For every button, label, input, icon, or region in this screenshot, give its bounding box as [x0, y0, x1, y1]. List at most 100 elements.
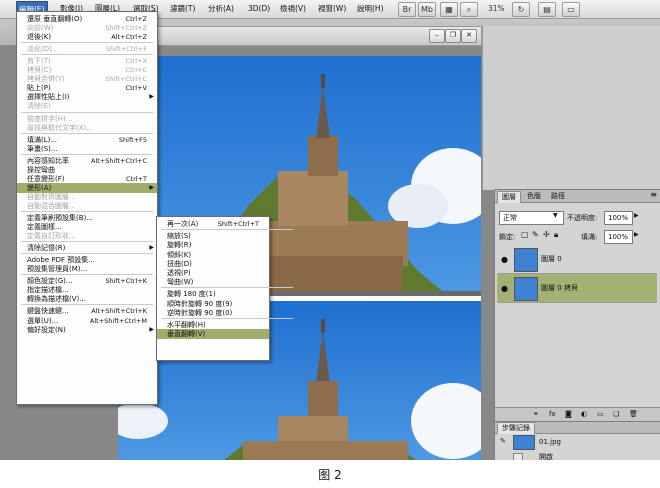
- new-group-icon[interactable]: ▭: [597, 410, 604, 418]
- minimize-icon[interactable]: –: [429, 29, 445, 43]
- layer-row-selected[interactable]: ● 圖層 0 拷貝: [497, 274, 657, 303]
- tab-channels[interactable]: 色版: [523, 191, 545, 202]
- menu-separator: [161, 287, 293, 289]
- menu-separator: [21, 304, 153, 306]
- photoshop-window: 編輯(E) 影像(I) 圖層(L) 選取(S) 濾鏡(T) 分析(A) 3D(D…: [0, 0, 660, 460]
- opacity-input[interactable]: 100%: [604, 211, 633, 225]
- menu-separator: [21, 253, 153, 255]
- fill-input[interactable]: 100%: [604, 230, 633, 244]
- fill-slider-icon[interactable]: ▶: [634, 231, 639, 238]
- grid-icon[interactable]: ▦: [440, 2, 458, 17]
- lock-paint-icon[interactable]: ✎: [532, 230, 539, 239]
- menu-item[interactable]: 退後(K) Alt+Ctrl+Z: [17, 32, 157, 42]
- layer-thumbnail: [514, 248, 538, 272]
- layer-thumbnail: [514, 277, 538, 301]
- lock-label: 鎖定:: [499, 233, 516, 241]
- history-panel: 步驟記錄 ✎ 01.jpg 開啟: [494, 421, 660, 460]
- lock-position-icon[interactable]: ✢: [543, 230, 550, 239]
- layer-name[interactable]: 圖層 0 拷貝: [541, 283, 578, 293]
- menu-item: 淡化(D)... Shift+Ctrl+F: [17, 44, 157, 54]
- menu-separator: [161, 229, 293, 231]
- menu-item[interactable]: 垂直翻轉(V): [157, 329, 269, 340]
- layer-row[interactable]: ● 圖層 0: [497, 245, 657, 274]
- menu-filter[interactable]: 濾鏡(T): [168, 3, 197, 15]
- trash-icon[interactable]: 🗑︎: [629, 410, 638, 418]
- menu-item: 尋找與取代文字(X)...: [17, 123, 157, 133]
- fill-label: 填滿:: [581, 233, 598, 241]
- menu-item[interactable]: 再一次(A) Shift+Ctrl+T: [157, 219, 269, 229]
- arrange-documents-icon[interactable]: ▤: [538, 2, 556, 17]
- panel-menu-icon[interactable]: ≡: [650, 190, 657, 199]
- opacity-label: 不透明度:: [567, 214, 598, 222]
- menu-item-shortcut: Shift+Ctrl+T: [217, 220, 259, 228]
- menu-item-label: 預設集管理員(M)...: [27, 265, 88, 274]
- menu-separator: [21, 42, 153, 44]
- menu-separator: [21, 274, 153, 276]
- menu-item[interactable]: 清除記憶(R) ▶: [17, 243, 157, 253]
- visibility-eye-icon[interactable]: ●: [501, 255, 508, 264]
- menu-separator: [21, 241, 153, 243]
- visibility-eye-icon[interactable]: ●: [501, 284, 508, 293]
- zoom-level[interactable]: 31%: [488, 4, 505, 13]
- menu-separator: [21, 111, 153, 113]
- close-icon[interactable]: ✕: [461, 29, 477, 43]
- menu-item-label: 逆時針旋轉 90 度(0): [167, 308, 233, 317]
- layer-name[interactable]: 圖層 0: [541, 254, 562, 264]
- link-layers-icon[interactable]: ⚭: [533, 410, 539, 418]
- layer-style-icon[interactable]: fx: [549, 410, 556, 418]
- menu-item-label: 自動混合圖層...: [27, 201, 76, 210]
- menu-separator: [21, 54, 153, 56]
- document-title-bar: – ❐ ✕: [118, 26, 482, 46]
- menu-item[interactable]: 轉換為描述檔(V)...: [17, 294, 157, 304]
- tab-paths[interactable]: 路徑: [547, 191, 569, 202]
- menu-item-label: 轉換為描述檔(V)...: [27, 295, 86, 304]
- menu-item: 定義自訂形狀...: [17, 231, 157, 241]
- menu-item-shortcut: Shift+Ctrl+F: [106, 45, 147, 54]
- menu-analysis[interactable]: 分析(A): [206, 3, 236, 15]
- history-brush-icon[interactable]: ✎: [500, 437, 506, 445]
- menu-item-label: 清除記憶(R): [27, 244, 66, 253]
- menu-window[interactable]: 視窗(W): [316, 3, 348, 15]
- history-thumbnail: [513, 435, 535, 450]
- menu-item-label: 清除(E): [27, 102, 51, 111]
- menu-3d[interactable]: 3D(D): [246, 3, 272, 15]
- menu-item-shortcut: Alt+Ctrl+Z: [111, 33, 147, 42]
- menu-item-label: 定義自訂形狀...: [27, 232, 76, 241]
- opacity-slider-icon[interactable]: ▶: [634, 212, 639, 219]
- minibridge-icon[interactable]: Mb: [418, 2, 436, 17]
- edit-menu-dropdown: 還原 垂直翻轉(O) Ctrl+Z 向前(W) Shift+Ctrl+Z 退後(K) Al…: [16, 11, 158, 405]
- menu-item[interactable]: 逆時針旋轉 90 度(0): [157, 308, 269, 318]
- menu-item-label: 筆畫(S)...: [27, 144, 58, 153]
- lock-all-icon[interactable]: 🔒︎: [554, 230, 558, 240]
- menu-item[interactable]: 筆畫(S)...: [17, 144, 157, 154]
- lock-transparency-icon[interactable]: ▢: [521, 230, 529, 239]
- menu-item[interactable]: 偏好設定(N) ▶: [17, 325, 157, 335]
- restore-icon[interactable]: ❐: [445, 29, 461, 43]
- tab-history[interactable]: 步驟記錄: [497, 422, 535, 434]
- menu-view[interactable]: 檢視(V): [278, 3, 308, 15]
- bridge-icon[interactable]: Br: [398, 2, 416, 17]
- rotate-view-icon[interactable]: ↻: [512, 2, 530, 17]
- adjustment-layer-icon[interactable]: ◐: [581, 410, 587, 418]
- history-step-row[interactable]: 開啟: [497, 450, 657, 460]
- history-panel-header: 步驟記錄: [495, 422, 660, 434]
- new-layer-icon[interactable]: ❏: [613, 410, 619, 418]
- menu-item-label: 彎曲(W): [167, 278, 194, 287]
- panel-dock: [482, 26, 660, 190]
- menu-item-label: 淡化(D)...: [27, 45, 59, 54]
- menu-item-label: 偏好設定(N): [27, 325, 66, 334]
- tab-layers[interactable]: 圖層: [497, 191, 521, 203]
- menu-separator: [161, 318, 293, 319]
- layer-mask-icon[interactable]: ◙: [565, 410, 572, 418]
- menu-item-label: 退後(K): [27, 33, 52, 42]
- menu-item[interactable]: 彎曲(W): [157, 277, 269, 287]
- menu-help[interactable]: 說明(H): [355, 3, 386, 15]
- chevron-down-icon: ▼: [553, 212, 558, 219]
- menu-item[interactable]: 預設集管理員(M)...: [17, 264, 157, 274]
- screen-mode-icon[interactable]: ▭: [562, 2, 580, 17]
- menu-item: 清除(E): [17, 101, 157, 111]
- zoom-tool-icon[interactable]: ⌕: [460, 2, 478, 17]
- menu-item-label: 垂直翻轉(V): [167, 330, 206, 339]
- history-snapshot-row[interactable]: ✎ 01.jpg: [497, 435, 657, 450]
- history-step-icon: [513, 453, 523, 460]
